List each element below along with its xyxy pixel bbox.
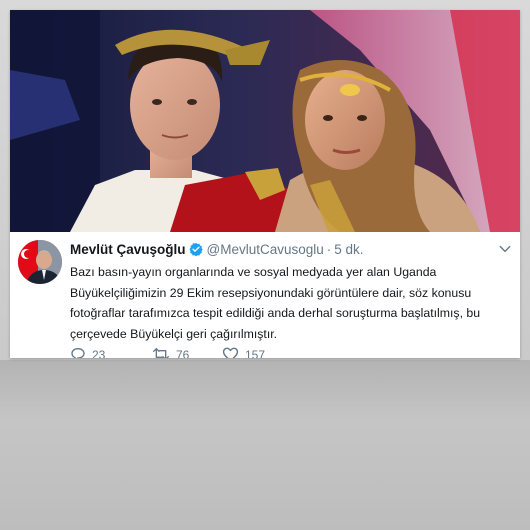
verified-badge-icon [189, 242, 203, 261]
like-button[interactable]: 157 [222, 346, 265, 358]
retweet-button[interactable]: 76 [152, 346, 189, 358]
retweet-count: 76 [176, 348, 190, 358]
tweet-text: Bazı basın-yayın organlarında ve sosyal … [70, 262, 510, 344]
tweet-card: Mevlüt Çavuşoğlu @MevlutCavusoglu · 5 dk. B… [10, 232, 520, 358]
tweet-header: Mevlüt Çavuşoğlu @MevlutCavusoglu · 5 dk. [70, 241, 512, 261]
tweet-text-line: çerçevede Büyükelçi geri çağırılmıştır. [70, 326, 278, 341]
avatar[interactable] [18, 240, 62, 284]
event-photo [10, 10, 520, 232]
reply-icon [71, 348, 85, 358]
like-count: 157 [245, 348, 266, 358]
blurred-backdrop [0, 360, 530, 420]
tweet-timestamp[interactable]: 5 dk. [334, 242, 363, 257]
display-name[interactable]: Mevlüt Çavuşoğlu [70, 242, 186, 257]
heart-icon [222, 347, 239, 358]
reply-count: 23 [92, 348, 106, 358]
user-handle[interactable]: @MevlutCavusoglu [207, 242, 324, 257]
meta-separator: · [326, 242, 332, 257]
chevron-down-icon[interactable] [498, 242, 512, 261]
tweet-text-line: Büyükelçiliğimizin 29 Ekim resepsiyonund… [70, 285, 472, 300]
tweet-text-line: fotoğraflar tarafımızca tespit edildiği … [70, 306, 481, 320]
reply-button[interactable]: 23 [70, 346, 105, 358]
news-image-card: Mevlüt Çavuşoğlu @MevlutCavusoglu · 5 dk. B… [10, 10, 520, 358]
tweet-text-line: Bazı basın-yayın organlarında ve sosyal … [70, 265, 437, 279]
retweet-icon [153, 348, 169, 358]
